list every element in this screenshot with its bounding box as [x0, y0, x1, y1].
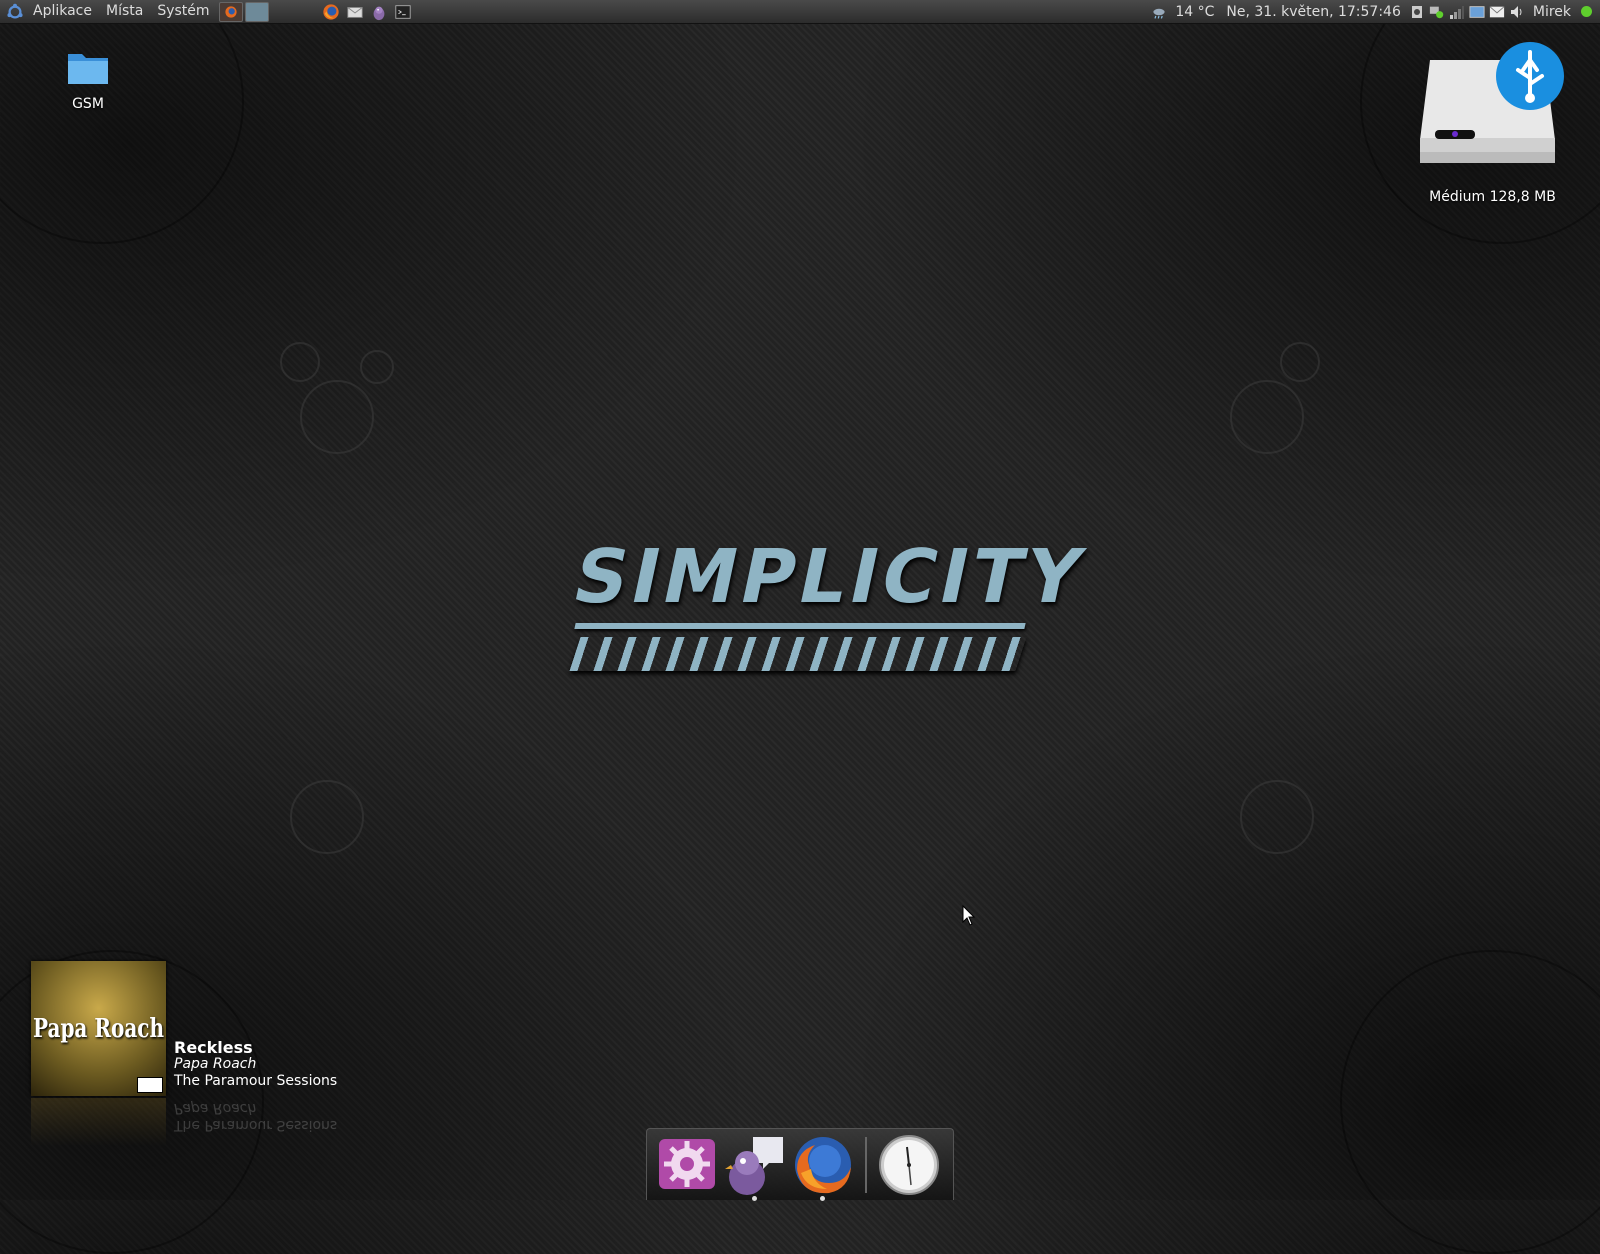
wallpaper-swirl — [1340, 950, 1600, 1254]
weather-temperature[interactable]: 14 °C — [1169, 4, 1220, 20]
logo-underline — [574, 623, 1026, 629]
taskbar-firefox-window[interactable] — [218, 1, 243, 22]
album-cover-reflection — [31, 1098, 166, 1146]
desktop-folder-label: GSM — [72, 96, 104, 112]
track-title: Reckless — [174, 1038, 253, 1057]
signal-strength-icon[interactable] — [1449, 4, 1465, 20]
logo-text: SIMPLICITY — [565, 534, 1094, 620]
track-album: The Paramour Sessions — [174, 1073, 338, 1089]
album-cover-text: Papa Roach — [32, 1012, 164, 1044]
notification-icon[interactable] — [1409, 4, 1425, 20]
dock-separator — [865, 1136, 867, 1193]
wallpaper-ring — [1230, 380, 1304, 454]
desktop-drive-medium[interactable]: Médium 128,8 MB — [1400, 40, 1585, 205]
top-panel: Aplikace Místa Systém 14 °C Ne, 31. květ… — [0, 0, 1600, 24]
window-switcher-icon[interactable] — [1469, 4, 1485, 20]
track-info-reflection: The Paramour Sessions Papa Roach — [174, 1099, 337, 1133]
mouse-cursor-icon — [962, 905, 976, 926]
system-tray: 14 °C Ne, 31. květen, 17:57:46 Mirek — [1149, 0, 1600, 23]
mail-launcher-icon[interactable] — [346, 3, 364, 21]
folder-icon — [68, 54, 108, 84]
firefox-icon — [795, 1136, 851, 1193]
wallpaper-ring — [290, 780, 364, 854]
parental-advisory-label — [137, 1077, 163, 1093]
wallpaper-ring — [280, 342, 320, 382]
pidgin-launcher-icon[interactable] — [370, 3, 388, 21]
dock-clock[interactable] — [877, 1133, 941, 1197]
desktop-drive-label: Médium 128,8 MB — [1429, 189, 1556, 205]
ubuntu-logo-icon[interactable] — [6, 3, 24, 21]
menu-applications[interactable]: Aplikace — [26, 0, 99, 23]
track-artist-reflection: Papa Roach — [174, 1100, 257, 1116]
wallpaper-ring — [360, 350, 394, 384]
now-playing-widget: Papa Roach Reckless Papa Roach The Param… — [31, 961, 361, 1151]
track-info: Reckless Papa Roach The Paramour Session… — [174, 1039, 337, 1090]
desktop-folder-gsm[interactable]: GSM — [48, 48, 128, 112]
taskbar-window[interactable] — [244, 1, 269, 22]
dock — [646, 1128, 954, 1201]
menu-system[interactable]: Systém — [150, 0, 216, 23]
wallpaper-ring — [1280, 342, 1320, 382]
settings-gear-icon — [659, 1138, 715, 1189]
album-cover: Papa Roach — [31, 961, 166, 1096]
network-icon[interactable] — [1429, 4, 1445, 20]
clock-icon — [879, 1134, 939, 1195]
menu-places[interactable]: Místa — [99, 0, 150, 23]
user-name[interactable]: Mirek — [1527, 4, 1577, 20]
track-artist: Papa Roach — [174, 1056, 257, 1072]
terminal-launcher-icon[interactable] — [394, 3, 412, 21]
weather-icon[interactable] — [1151, 4, 1167, 20]
online-status-icon — [1581, 6, 1592, 17]
logo-stripes — [569, 637, 1027, 671]
track-album-reflection: The Paramour Sessions — [174, 1117, 338, 1133]
dock-firefox-launcher[interactable] — [791, 1133, 855, 1201]
clock-datetime[interactable]: Ne, 31. květen, 17:57:46 — [1220, 4, 1406, 20]
wallpaper-swirl — [0, 0, 244, 244]
firefox-launcher-icon[interactable] — [322, 3, 340, 21]
firefox-icon — [224, 5, 237, 18]
dock-pidgin-launcher[interactable] — [723, 1133, 787, 1201]
mail-indicator-icon[interactable] — [1489, 4, 1505, 20]
wallpaper-ring — [1240, 780, 1314, 854]
wallpaper-ring — [300, 380, 374, 454]
volume-icon[interactable] — [1509, 4, 1525, 20]
wallpaper-logo: SIMPLICITY — [566, 534, 1093, 705]
pidgin-icon — [725, 1136, 783, 1195]
usb-drive-icon — [1420, 42, 1564, 163]
dock-settings-launcher[interactable] — [655, 1133, 719, 1197]
